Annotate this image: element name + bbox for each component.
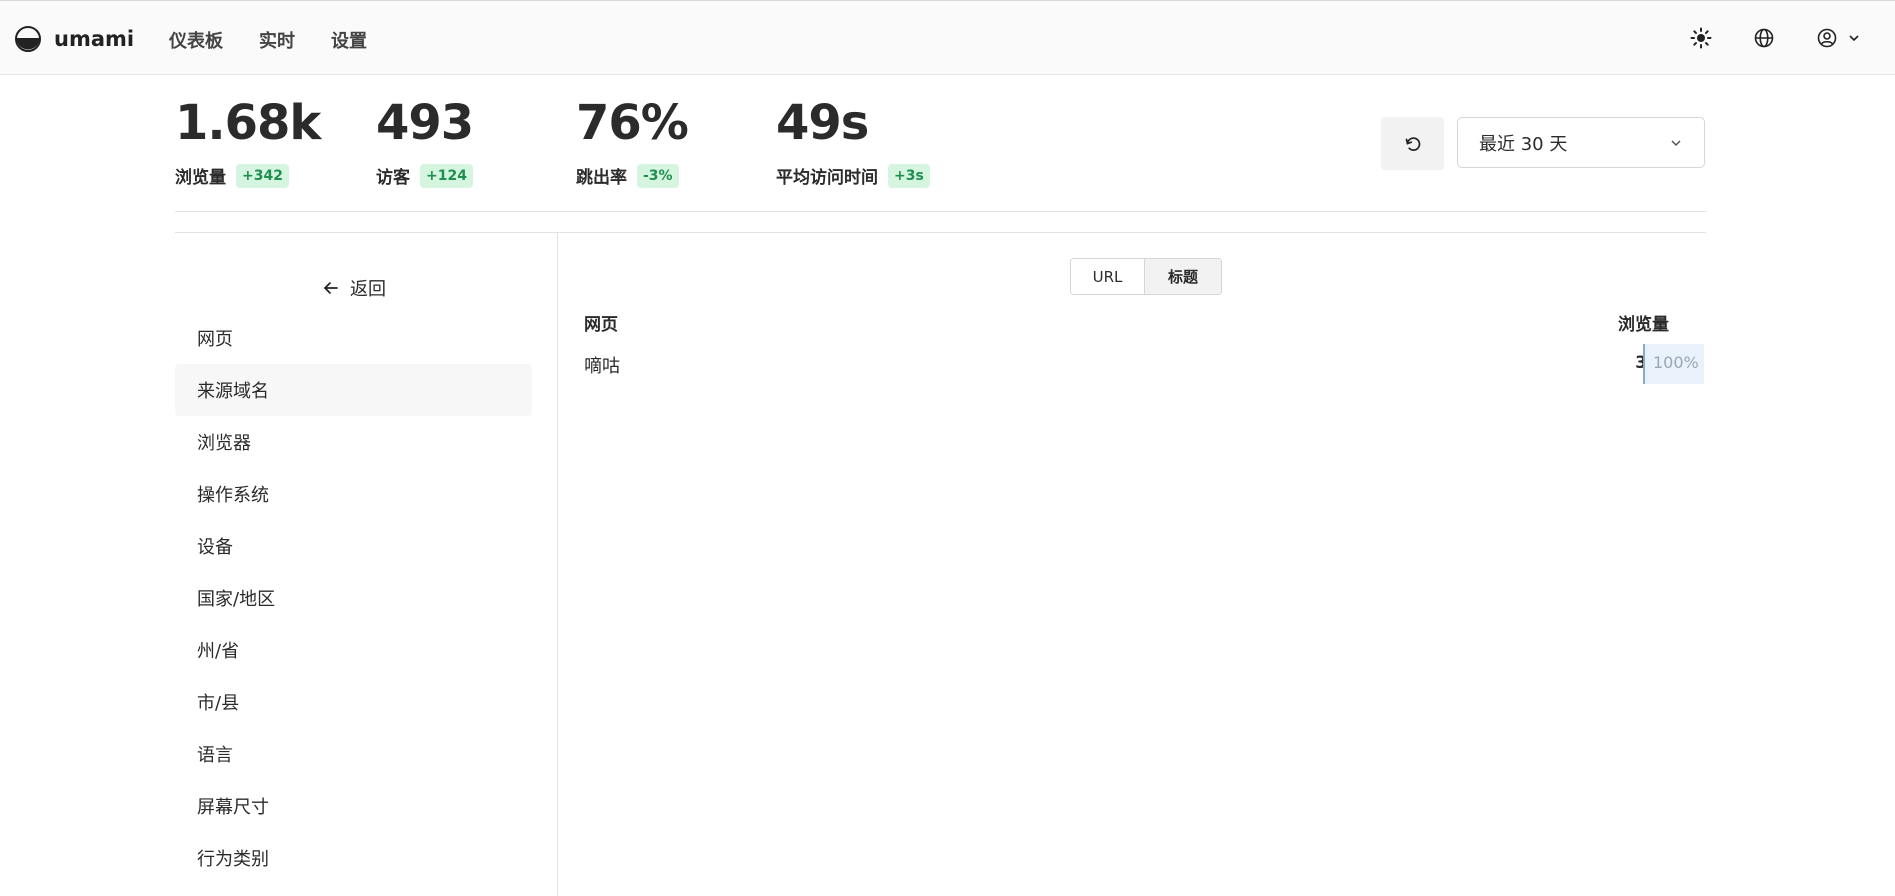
stat-pageviews: 1.68k 浏览量 +342 — [175, 95, 321, 188]
sun-icon[interactable] — [1690, 27, 1712, 49]
percent-bar: 100% — [1643, 344, 1704, 384]
menu-item-screens[interactable]: 屏幕尺寸 — [175, 780, 532, 832]
app-logo[interactable]: umami — [14, 25, 134, 53]
nav-settings[interactable]: 设置 — [331, 27, 367, 53]
globe-icon[interactable] — [1753, 27, 1775, 49]
row-label: 嘀咕 — [584, 356, 620, 377]
stat-avg-visit-time: 49s 平均访问时间 +3s — [776, 97, 930, 188]
menu-item-browsers[interactable]: 浏览器 — [175, 416, 532, 468]
view-toggle: URL 标题 — [1070, 258, 1222, 295]
menu-item-os[interactable]: 操作系统 — [175, 468, 532, 520]
stat-label: 跳出率 — [576, 168, 627, 188]
divider — [175, 211, 1706, 212]
menu-item-languages[interactable]: 语言 — [175, 728, 532, 780]
chevron-down-icon — [1849, 35, 1859, 42]
stat-label: 平均访问时间 — [776, 168, 878, 188]
divider — [175, 232, 1706, 233]
stat-value: 1.68k — [175, 95, 321, 151]
umami-logo-icon — [15, 26, 41, 52]
nav-dashboard[interactable]: 仪表板 — [169, 27, 223, 53]
stat-visitors: 493 访客 +124 — [376, 95, 474, 188]
date-range-select[interactable]: 最近 30 天 — [1457, 117, 1705, 168]
menu-item-regions[interactable]: 州/省 — [175, 624, 532, 676]
menu-item-referrers[interactable]: 来源域名 — [175, 364, 532, 416]
menu-item-devices[interactable]: 设备 — [175, 520, 532, 572]
stat-label: 浏览量 — [175, 168, 226, 188]
table-row[interactable]: 嘀咕 3 100% — [584, 344, 1706, 384]
back-label: 返回 — [350, 279, 386, 300]
chevron-down-icon — [1671, 139, 1681, 146]
stat-value: 493 — [376, 95, 474, 151]
menu-item-countries[interactable]: 国家/地区 — [175, 572, 532, 624]
main-nav: 仪表板 实时 设置 — [169, 27, 403, 53]
profile-menu[interactable] — [1816, 27, 1862, 49]
menu-item-cities[interactable]: 市/县 — [175, 676, 532, 728]
stat-value: 76% — [576, 95, 689, 151]
stat-change-badge: -3% — [637, 163, 679, 188]
stat-bounce-rate: 76% 跳出率 -3% — [576, 95, 689, 188]
stat-value: 49s — [776, 95, 869, 151]
stat-label: 访客 — [376, 168, 410, 188]
vertical-divider — [557, 233, 558, 896]
toggle-url-button[interactable]: URL — [1071, 259, 1145, 294]
column-header-page: 网页 — [584, 315, 618, 335]
menu-item-events[interactable]: 行为类别 — [175, 832, 532, 884]
toggle-title-button[interactable]: 标题 — [1145, 259, 1221, 294]
app-name: umami — [54, 27, 135, 51]
stat-change-badge: +124 — [420, 163, 473, 188]
refresh-button[interactable] — [1381, 117, 1444, 170]
column-header-views: 浏览量 — [1618, 315, 1669, 335]
stat-change-badge: +342 — [236, 163, 289, 188]
refresh-icon — [1405, 136, 1420, 151]
nav-realtime[interactable]: 实时 — [259, 27, 295, 53]
arrow-left-icon — [323, 282, 338, 294]
back-link[interactable]: 返回 — [322, 275, 386, 301]
row-percent: 100% — [1653, 353, 1699, 372]
user-circle-icon — [1817, 28, 1837, 48]
date-range-value: 最近 30 天 — [1479, 133, 1568, 155]
top-header: umami 仪表板 实时 设置 — [0, 0, 1895, 75]
menu-item-pages[interactable]: 网页 — [175, 312, 532, 364]
stat-change-badge: +3s — [888, 163, 930, 188]
report-menu: 网页 来源域名 浏览器 操作系统 设备 国家/地区 州/省 市/县 语言 屏幕尺… — [175, 312, 532, 884]
